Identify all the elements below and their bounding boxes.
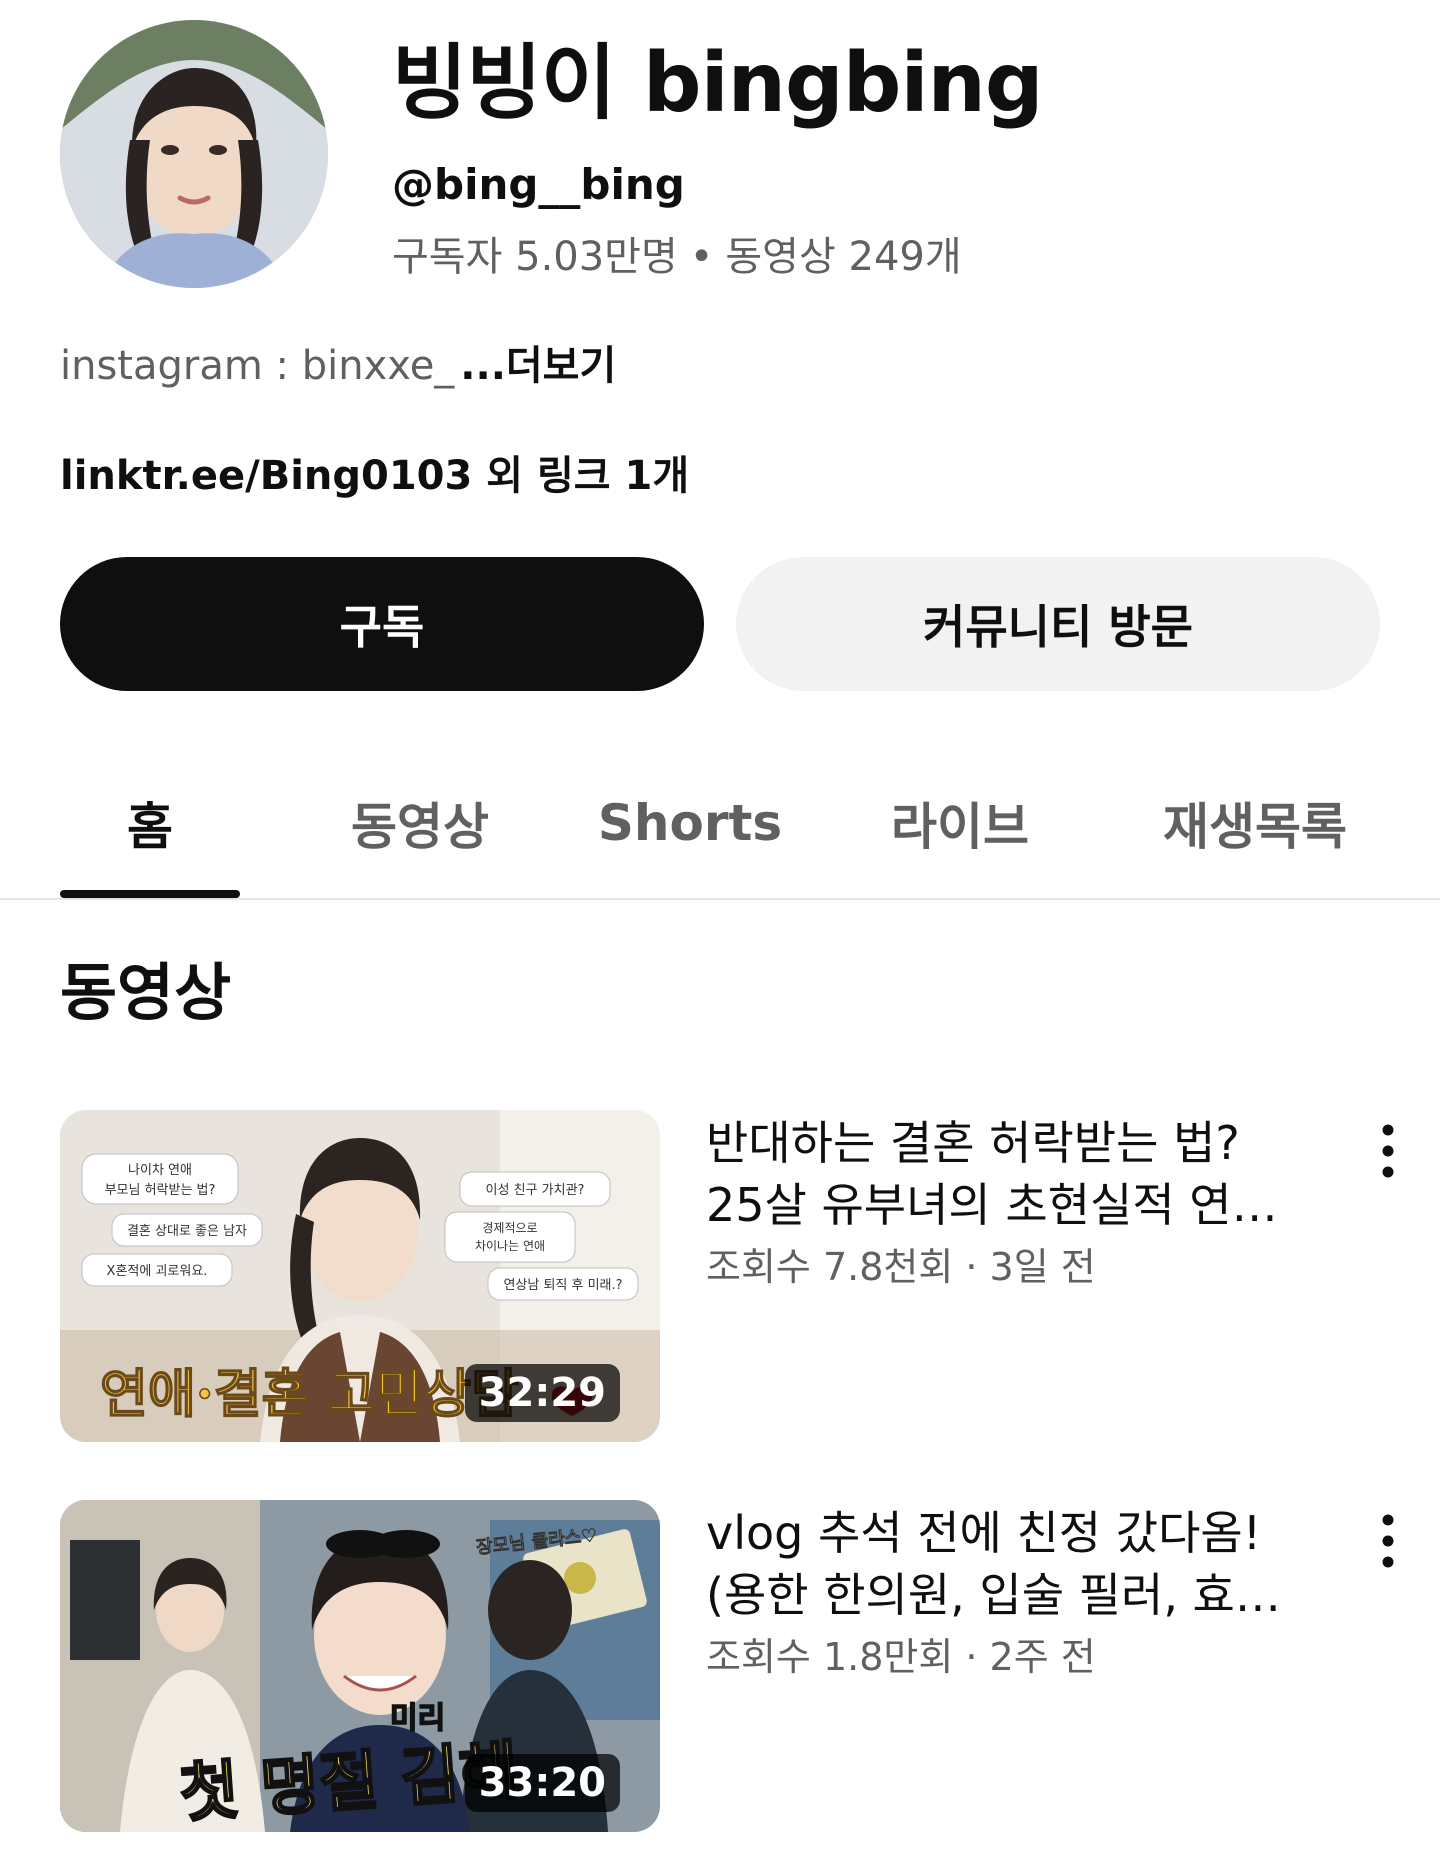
video-thumbnail[interactable]: 나이차 연애 부모님 허락받는 법? 결혼 상대로 좋은 남자 X혼적에 괴로워… <box>60 1110 660 1442</box>
section-title: 동영상 <box>60 956 232 1029</box>
thumb-bubble-2: 결혼 상대로 좋은 남자 <box>127 1224 247 1239</box>
more-link[interactable]: ...더보기 <box>460 343 616 389</box>
channel-stats: 구독자 5.03만명 • 동영상 249개 <box>392 232 962 282</box>
stats-separator: • <box>689 234 714 280</box>
thumb-bubble-4: 이성 친구 가치관? <box>486 1183 585 1198</box>
thumb-caption: 연애·결혼 고민상담 <box>100 1364 519 1425</box>
video-thumbnail[interactable]: 장모님 클라스♡ 미리 첫 명절 김해 33:20 <box>60 1500 660 1832</box>
thumb-bubble-3: X혼적에 괴로워요. <box>107 1264 208 1279</box>
thumb-bubble-1b: 부모님 허락받는 법? <box>105 1183 216 1198</box>
video-title-line-2: (용한 한의원, 입술 필러, 효… <box>706 1568 1281 1622</box>
tab-playlists[interactable]: 재생목록 <box>1120 778 1390 868</box>
channel-avatar[interactable] <box>60 20 328 288</box>
video-item[interactable]: 나이차 연애 부모님 허락받는 법? 결혼 상대로 좋은 남자 X혼적에 괴로워… <box>0 1110 1440 1442</box>
video-title[interactable]: 반대하는 결혼 허락받는 법? 25살 유부녀의 초현실적 연… <box>706 1112 1326 1236</box>
channel-links[interactable]: linktr.ee/Bing0103 외 링크 1개 <box>60 450 689 502</box>
thumb-bubble-5a: 경제적으로 <box>482 1221 537 1235</box>
video-title-line-1: vlog 추석 전에 친정 갔다옴! <box>706 1506 1262 1560</box>
community-button[interactable]: 커뮤니티 방문 <box>736 557 1380 691</box>
tab-live[interactable]: 라이브 <box>860 778 1060 868</box>
video-count: 동영상 249개 <box>725 234 962 280</box>
active-tab-indicator <box>60 890 240 898</box>
channel-name: 빙빙이 bingbing <box>392 36 1044 131</box>
more-vert-icon[interactable] <box>1370 1118 1406 1184</box>
video-title[interactable]: vlog 추석 전에 친정 갔다옴! (용한 한의원, 입술 필러, 효… <box>706 1502 1326 1626</box>
tab-shorts[interactable]: Shorts <box>580 778 800 868</box>
video-duration: 33:20 <box>464 1754 620 1812</box>
video-item[interactable]: 장모님 클라스♡ 미리 첫 명절 김해 33:20 vlog 추석 전에 친정 … <box>0 1500 1440 1832</box>
subscriber-count: 구독자 5.03만명 <box>392 234 678 280</box>
video-title-line-2: 25살 유부녀의 초현실적 연… <box>706 1178 1278 1232</box>
thumb-bubble-5b: 차이나는 연애 <box>475 1239 545 1253</box>
channel-handle: @bing__bing <box>392 160 685 209</box>
video-title-line-1: 반대하는 결혼 허락받는 법? <box>706 1116 1240 1170</box>
subscribe-button[interactable]: 구독 <box>60 557 704 691</box>
description-text: instagram : binxxe_ <box>60 343 455 389</box>
tab-videos[interactable]: 동영상 <box>320 778 520 868</box>
video-duration: 32:29 <box>464 1364 620 1422</box>
video-meta: 조회수 7.8천회 · 3일 전 <box>706 1245 1096 1289</box>
avatar-photo <box>60 20 328 288</box>
channel-tabs: 홈 동영상 Shorts 라이브 재생목록 <box>0 760 1440 900</box>
thumb-bubble-6: 연상남 퇴직 후 미래.? <box>503 1278 622 1293</box>
thumb-bubble-1: 나이차 연애 <box>128 1163 192 1178</box>
channel-description[interactable]: instagram : binxxe_ ...더보기 <box>60 340 616 392</box>
more-vert-icon[interactable] <box>1370 1508 1406 1574</box>
channel-page: 빙빙이 bingbing @bing__bing 구독자 5.03만명 • 동영상 … <box>0 0 1440 1872</box>
video-meta: 조회수 1.8만회 · 2주 전 <box>706 1635 1096 1679</box>
tab-home[interactable]: 홈 <box>60 778 240 868</box>
thumb-small-text: 미리 <box>390 1701 445 1736</box>
